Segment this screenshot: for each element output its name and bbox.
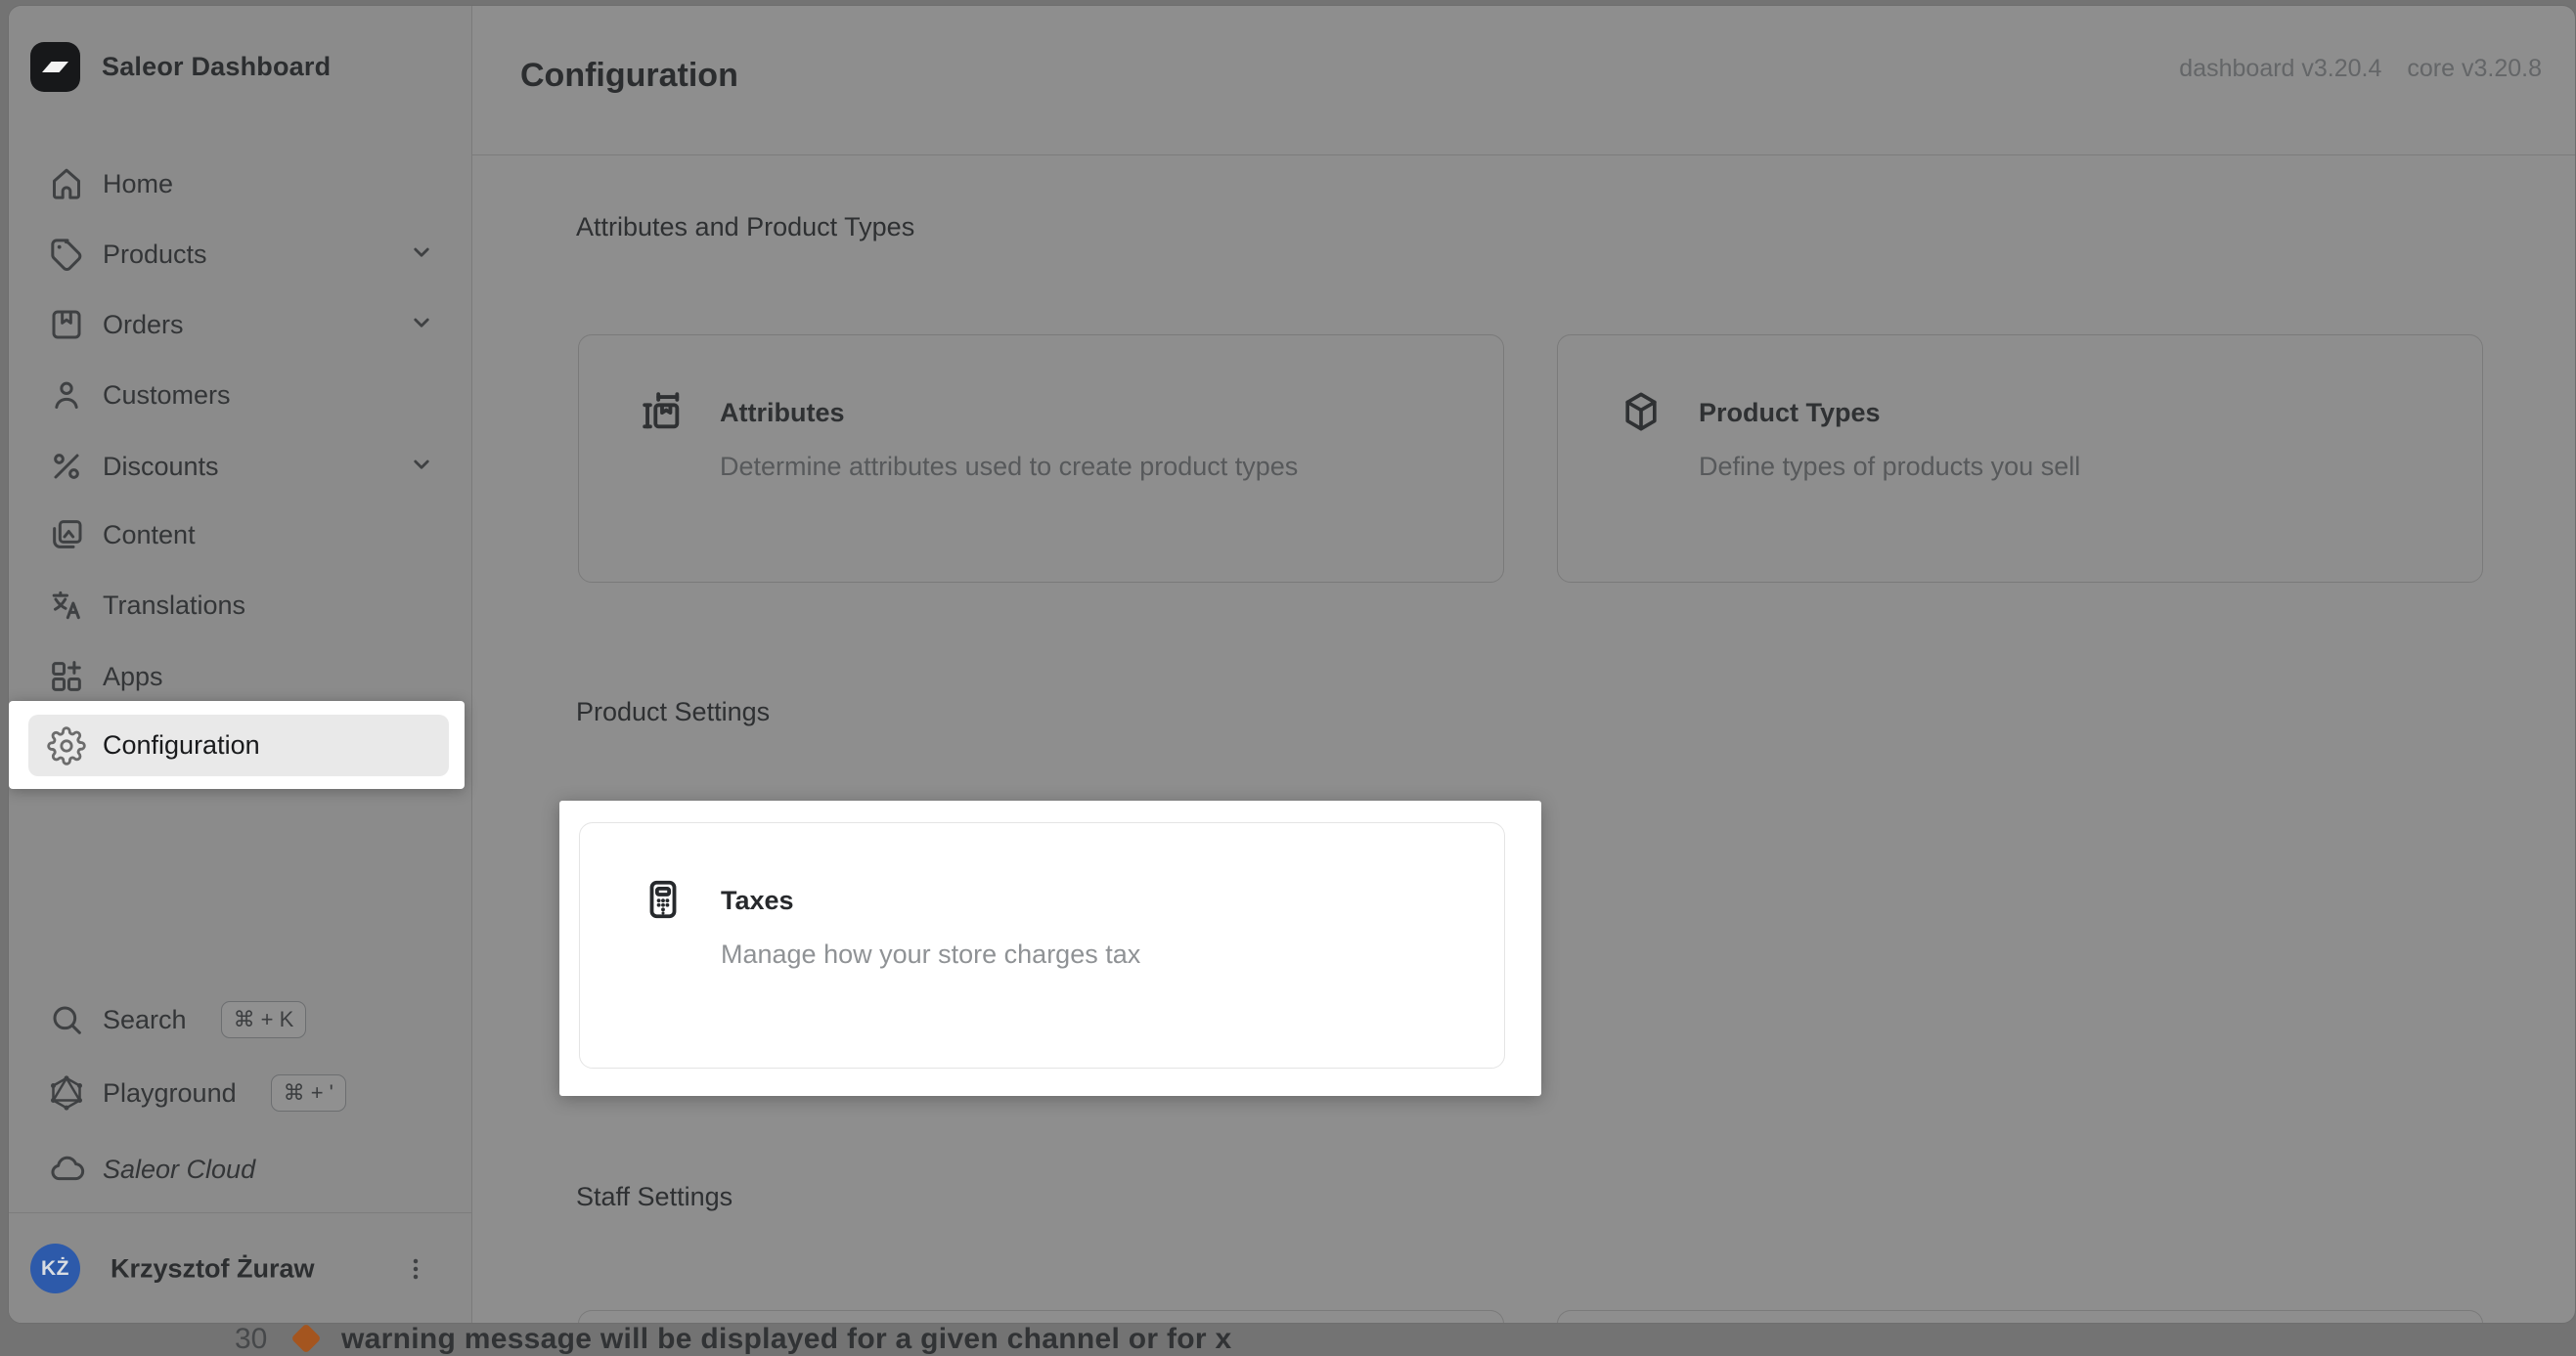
chevron-down-icon[interactable] (407, 450, 436, 484)
apps-grid-icon (47, 657, 86, 696)
sidebar-item-translations[interactable]: Translations (9, 575, 471, 635)
card-description: Determine attributes used to create prod… (720, 452, 1298, 482)
card-description: Manage how your store charges tax (721, 940, 1140, 970)
card-staff-partial-left[interactable] (578, 1310, 1504, 1324)
version-info: dashboard v3.20.4 core v3.20.8 (2179, 55, 2542, 83)
spotlight-taxes: Taxes Manage how your store charges tax (559, 801, 1541, 1096)
percent-icon (47, 447, 86, 486)
card-description: Define types of products you sell (1699, 452, 2080, 482)
header-divider (472, 154, 2575, 155)
sidebar-item-products[interactable]: Products (9, 224, 471, 284)
home-icon (47, 164, 86, 203)
avatar[interactable]: KŻ (30, 1244, 80, 1293)
saleor-logo-icon (30, 42, 80, 92)
card-attributes[interactable]: Attributes Determine attributes used to … (578, 334, 1504, 583)
core-version: core v3.20.8 (2407, 55, 2542, 83)
chevron-down-icon[interactable] (407, 238, 436, 272)
card-taxes[interactable]: Taxes Manage how your store charges tax (579, 822, 1505, 1069)
attributes-measure-icon (640, 389, 685, 439)
person-icon (47, 375, 86, 415)
graphql-icon (47, 1073, 86, 1113)
sidebar-item-customers[interactable]: Customers (9, 365, 471, 425)
sidebar-item-label: Products (103, 240, 207, 270)
card-title: Attributes (720, 398, 845, 428)
spotlight-configuration: Configuration (9, 701, 465, 789)
sidebar-divider (9, 1212, 471, 1213)
sidebar-item-label: Content (103, 520, 196, 550)
sidebar-item-home[interactable]: Home (9, 153, 471, 214)
sidebar-item-label: Configuration (103, 730, 260, 761)
card-title: Taxes (721, 886, 794, 916)
sidebar-item-saleor-cloud[interactable]: Saleor Cloud (9, 1139, 471, 1200)
sidebar-item-search[interactable]: Search ⌘ + K (9, 989, 471, 1050)
sidebar-item-label: Playground (103, 1078, 237, 1109)
sidebar-item-configuration[interactable]: Configuration (28, 715, 449, 776)
sidebar-item-label: Translations (103, 591, 245, 621)
cube-icon (1619, 389, 1664, 439)
search-icon (47, 1000, 86, 1039)
card-staff-partial-right[interactable] (1557, 1310, 2483, 1324)
brand-name: Saleor Dashboard (102, 52, 331, 82)
sidebar-item-label: Apps (103, 662, 163, 692)
gear-icon (47, 726, 86, 765)
underlay-text: warning message will be displayed for a … (341, 1323, 1232, 1356)
sidebar-item-apps[interactable]: Apps (9, 646, 471, 707)
sidebar-item-content[interactable]: Content (9, 504, 471, 565)
sidebar-item-orders[interactable]: Orders (9, 294, 471, 355)
sidebar-item-label: Discounts (103, 452, 219, 482)
sidebar-item-label: Orders (103, 310, 184, 340)
calculator-icon (641, 877, 686, 927)
chevron-down-icon[interactable] (407, 308, 436, 342)
pages-icon (47, 515, 86, 554)
sidebar-item-label: Home (103, 169, 173, 199)
section-heading-staff-settings: Staff Settings (576, 1182, 733, 1212)
app-window: Saleor Dashboard Home Products Orders (8, 5, 2576, 1324)
tag-icon (47, 235, 86, 274)
warning-icon (290, 1323, 321, 1353)
main-content: Configuration dashboard v3.20.4 core v3.… (472, 6, 2575, 1323)
section-heading-attributes: Attributes and Product Types (576, 212, 914, 242)
user-name: Krzysztof Żuraw (111, 1254, 315, 1285)
user-menu[interactable]: KŻ Krzysztof Żuraw (9, 1239, 471, 1299)
shortcut-badge: ⌘ + ' (271, 1074, 346, 1112)
sidebar-item-label: Search (103, 1005, 187, 1035)
shortcut-badge: ⌘ + K (221, 1001, 307, 1038)
brand[interactable]: Saleor Dashboard (30, 42, 331, 92)
card-title: Product Types (1699, 398, 1881, 428)
translate-icon (47, 586, 86, 625)
package-icon (47, 305, 86, 344)
section-heading-product-settings: Product Settings (576, 697, 770, 727)
kebab-menu-icon[interactable] (398, 1251, 433, 1287)
page-title: Configuration (520, 57, 738, 95)
sidebar: Saleor Dashboard Home Products Orders (9, 6, 472, 1323)
underlay-line-number: 30 (235, 1323, 267, 1356)
dashboard-version: dashboard v3.20.4 (2179, 55, 2381, 83)
sidebar-item-playground[interactable]: Playground ⌘ + ' (9, 1063, 471, 1123)
sidebar-item-label: Saleor Cloud (103, 1155, 255, 1185)
sidebar-item-discounts[interactable]: Discounts (9, 436, 471, 497)
card-product-types[interactable]: Product Types Define types of products y… (1557, 334, 2483, 583)
underlying-page-text: 30 warning message will be displayed for… (0, 1322, 2576, 1337)
cloud-icon (47, 1150, 86, 1189)
sidebar-item-label: Customers (103, 380, 231, 411)
